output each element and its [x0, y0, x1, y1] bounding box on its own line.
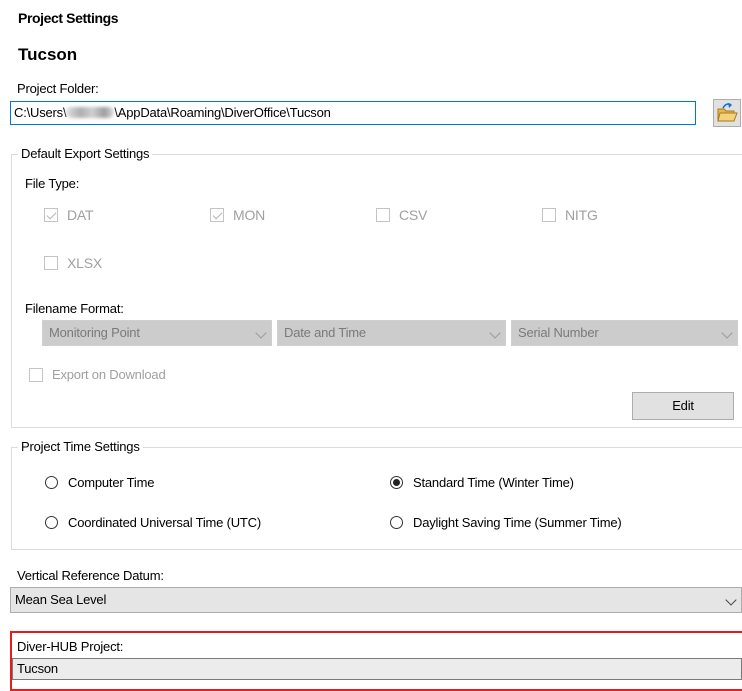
- checkbox-box: [29, 367, 43, 382]
- project-name: Tucson: [18, 45, 78, 64]
- checkbox-box: [542, 208, 556, 222]
- radio-circle: [390, 476, 403, 489]
- file-type-label: File Type:: [25, 176, 80, 191]
- filename-part-3-select[interactable]: Serial Number: [511, 320, 738, 346]
- select-value: Monitoring Point: [49, 325, 140, 340]
- radio-daylight-saving-time[interactable]: Daylight Saving Time (Summer Time): [390, 515, 622, 530]
- checkbox-dat[interactable]: DAT: [44, 207, 94, 223]
- checkbox-mon[interactable]: MON: [210, 207, 265, 223]
- chevron-down-icon: [255, 327, 267, 339]
- browse-folder-button[interactable]: [713, 99, 741, 127]
- checkbox-label: Export on Download: [52, 367, 166, 382]
- diver-hub-label: Diver-HUB Project:: [17, 639, 124, 654]
- select-value: Mean Sea Level: [15, 592, 107, 607]
- chevron-down-icon: [489, 327, 501, 339]
- chevron-down-icon: [725, 594, 737, 606]
- checkbox-box: [44, 256, 58, 270]
- edit-button[interactable]: Edit: [632, 392, 734, 420]
- panel-title: Project Settings: [18, 10, 119, 26]
- checkbox-box: [210, 208, 224, 222]
- checkbox-label: CSV: [399, 207, 428, 223]
- radio-computer-time[interactable]: Computer Time: [45, 475, 154, 490]
- vertical-datum-select[interactable]: Mean Sea Level: [10, 587, 742, 613]
- project-folder-label: Project Folder:: [17, 81, 99, 96]
- checkbox-label: XLSX: [67, 255, 102, 271]
- checkbox-xlsx[interactable]: XLSX: [44, 255, 102, 271]
- vertical-datum-label: Vertical Reference Datum:: [17, 568, 164, 583]
- project-time-settings-group: Project Time Settings: [11, 439, 742, 550]
- radio-label: Computer Time: [68, 475, 155, 490]
- radio-standard-time[interactable]: Standard Time (Winter Time): [390, 475, 574, 490]
- export-on-download-checkbox[interactable]: Export on Download: [29, 367, 166, 382]
- filename-part-2-select[interactable]: Date and Time: [277, 320, 506, 346]
- folder-path-prefix: C:\Users\: [14, 105, 67, 120]
- select-value: Date and Time: [284, 325, 366, 340]
- checkbox-box: [376, 208, 390, 222]
- radio-circle: [45, 516, 58, 529]
- redacted-username: [66, 107, 115, 118]
- time-settings-legend: Project Time Settings: [18, 439, 143, 455]
- filename-part-1-select[interactable]: Monitoring Point: [42, 320, 272, 346]
- filename-format-label: Filename Format:: [25, 301, 124, 316]
- export-settings-legend: Default Export Settings: [18, 146, 153, 162]
- checkbox-label: MON: [233, 207, 266, 223]
- radio-circle: [390, 516, 403, 529]
- checkbox-box: [44, 208, 58, 222]
- checkbox-csv[interactable]: CSV: [376, 207, 427, 223]
- checkbox-nitg[interactable]: NITG: [542, 207, 598, 223]
- folder-path-suffix: \AppData\Roaming\DiverOffice\Tucson: [114, 105, 331, 120]
- select-value: Serial Number: [518, 325, 599, 340]
- checkbox-label: NITG: [565, 207, 598, 223]
- radio-label: Coordinated Universal Time (UTC): [68, 515, 261, 530]
- checkbox-label: DAT: [67, 207, 94, 223]
- radio-circle: [45, 476, 58, 489]
- folder-open-icon: [717, 103, 738, 122]
- project-folder-input[interactable]: C:\Users\ \AppData\Roaming\DiverOffice\Tu…: [10, 101, 696, 125]
- radio-label: Standard Time (Winter Time): [413, 475, 574, 490]
- radio-label: Daylight Saving Time (Summer Time): [413, 515, 622, 530]
- default-export-settings-group: Default Export Settings: [11, 146, 742, 428]
- diver-hub-project-field[interactable]: Tucson: [12, 658, 742, 680]
- radio-utc[interactable]: Coordinated Universal Time (UTC): [45, 515, 261, 530]
- chevron-down-icon: [721, 327, 733, 339]
